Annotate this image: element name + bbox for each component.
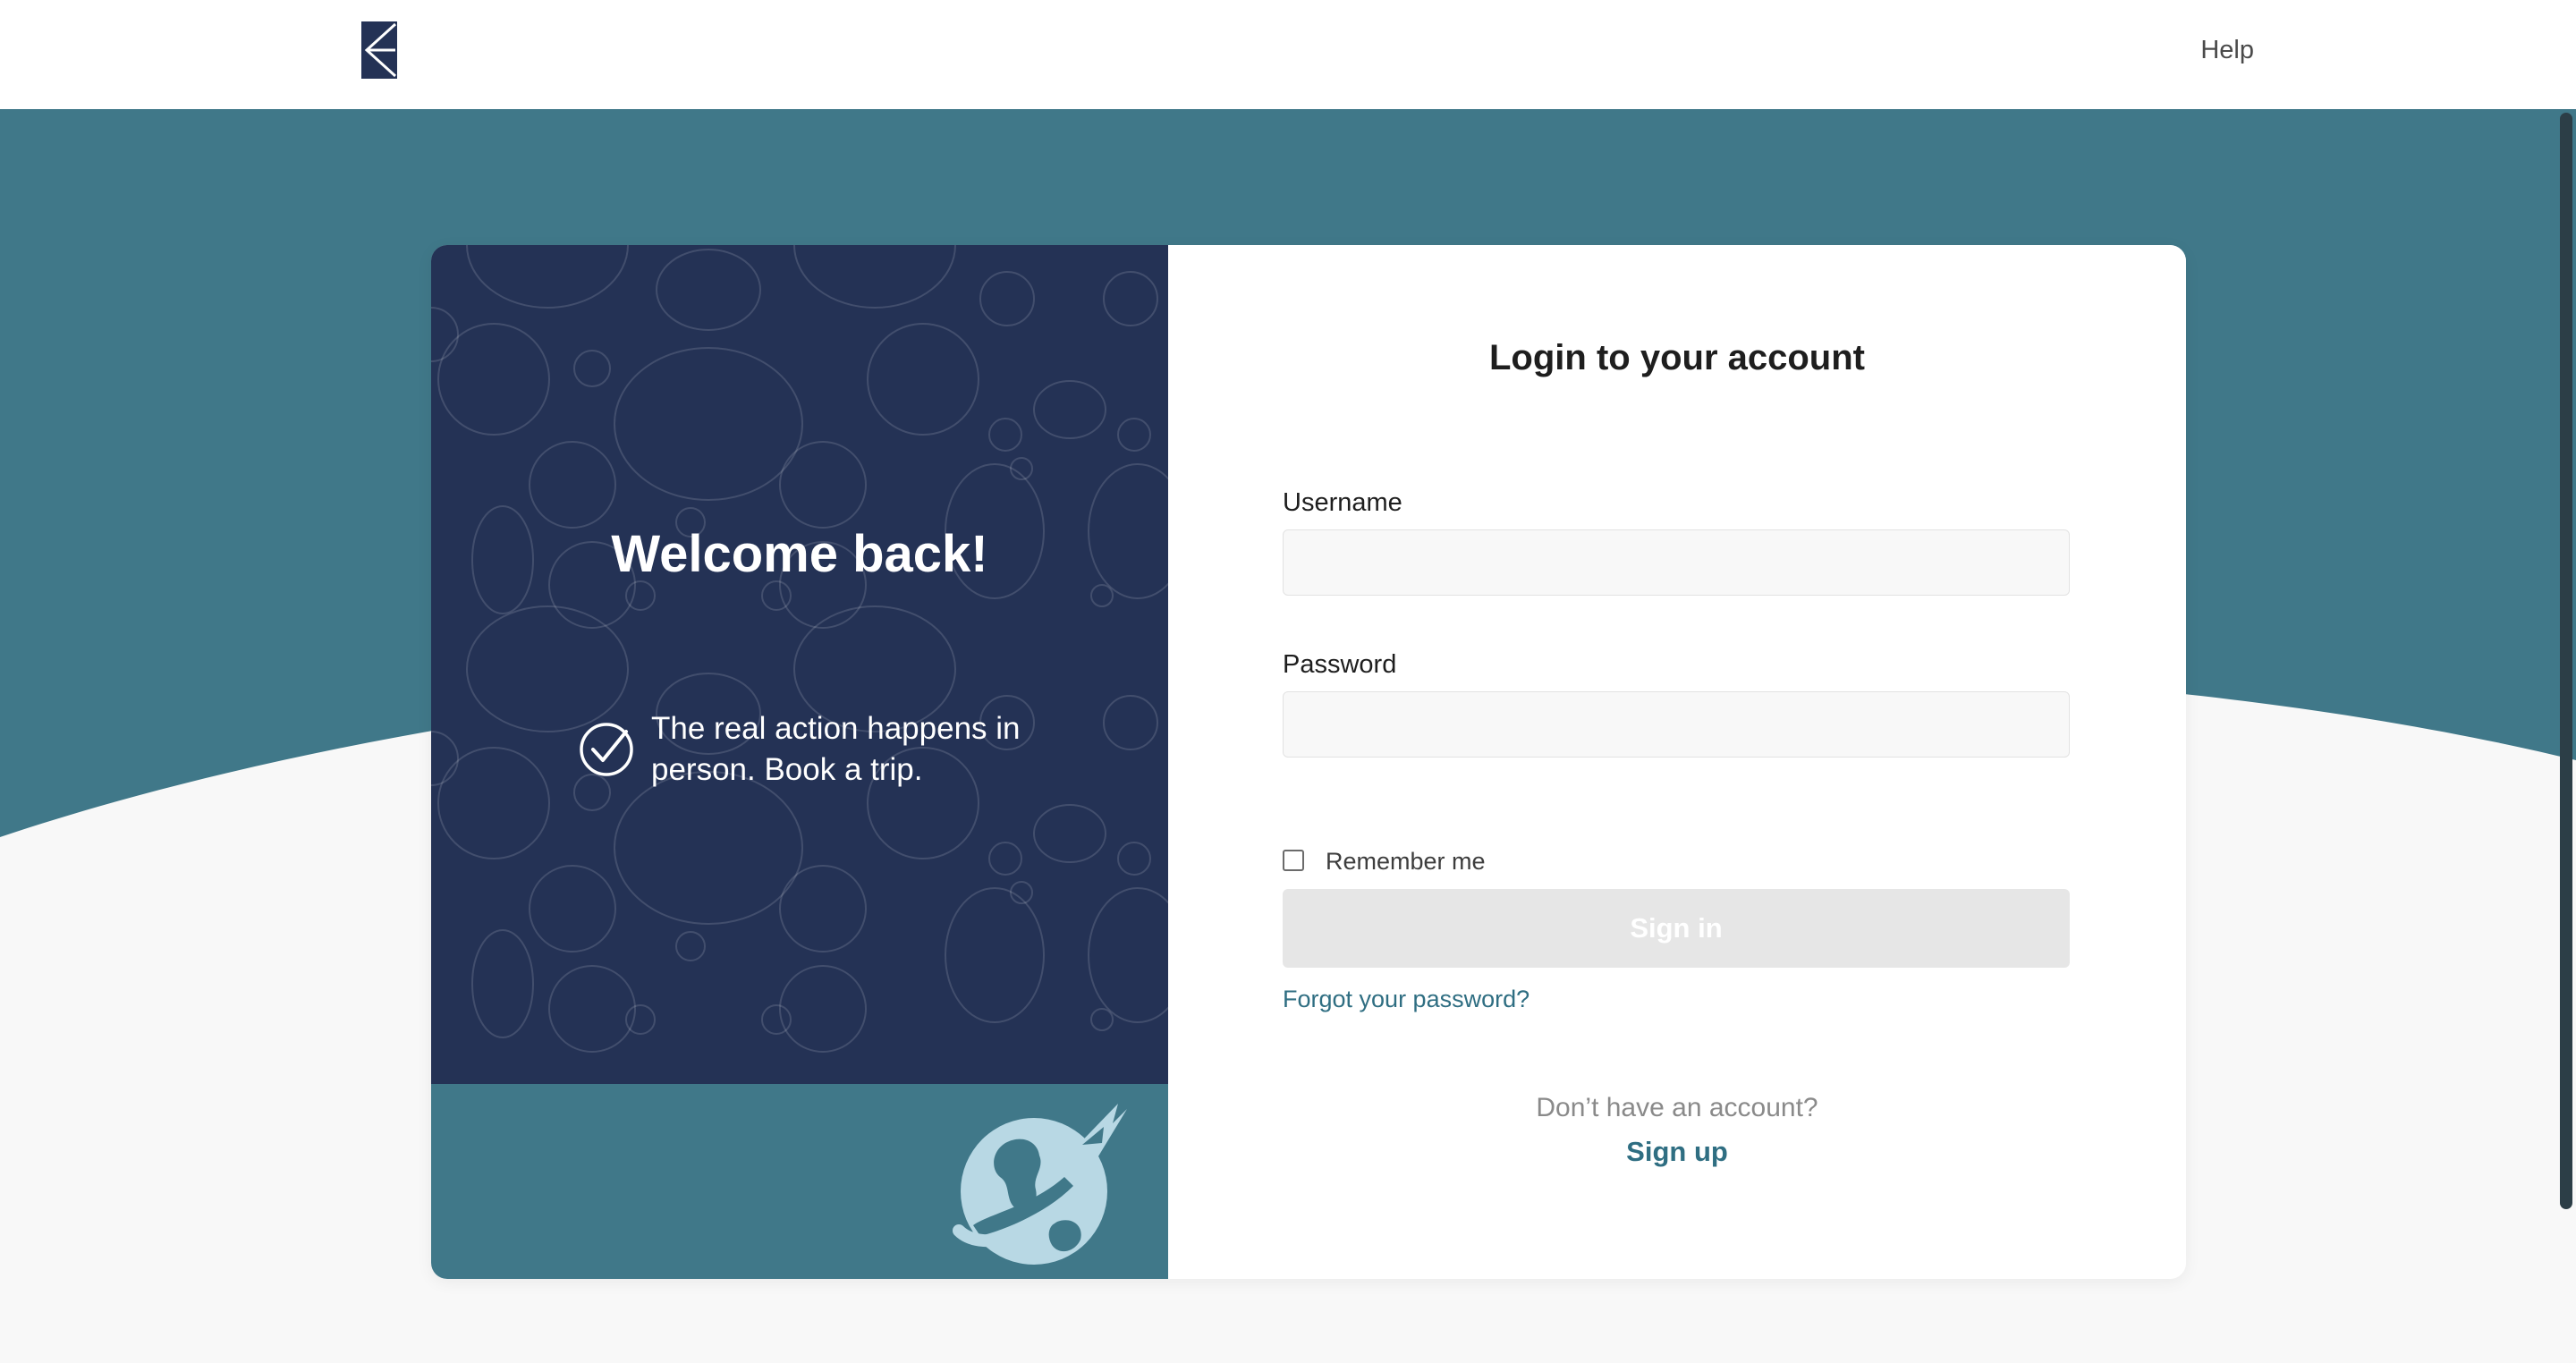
help-link[interactable]: Help <box>2200 36 2254 65</box>
bubble-pattern <box>431 245 1168 1053</box>
pattern-bubble <box>471 929 534 1038</box>
username-label: Username <box>1283 488 1402 517</box>
globe-airplane-icon <box>953 1104 1127 1265</box>
pattern-bubble <box>1117 418 1151 452</box>
login-form-panel: Login to your account Username Password … <box>1168 245 2186 1279</box>
checkmark-circle-icon <box>580 723 633 776</box>
remember-me-row[interactable]: Remember me <box>1283 846 1640 876</box>
pattern-bubble <box>614 347 803 501</box>
pattern-bubble <box>988 842 1022 876</box>
promo-panel: Welcome back! The real action happens in… <box>431 245 1168 1279</box>
pattern-bubble <box>675 931 706 961</box>
pattern-bubble <box>1090 584 1114 607</box>
pattern-bubble <box>625 1004 656 1035</box>
pattern-bubble <box>529 441 616 529</box>
pattern-bubble <box>437 747 550 859</box>
remember-me-label[interactable]: Remember me <box>1326 846 1486 876</box>
remember-me-checkbox[interactable] <box>1283 850 1304 871</box>
no-account-text: Don’t have an account? <box>1536 1093 1818 1122</box>
pattern-bubble <box>779 865 867 952</box>
pattern-bubble <box>779 441 867 529</box>
pattern-bubble <box>1033 380 1106 439</box>
pattern-bubble <box>988 418 1022 452</box>
password-label: Password <box>1283 650 1397 679</box>
pattern-bubble <box>625 580 656 611</box>
pattern-bubble <box>979 271 1035 326</box>
username-input[interactable] <box>1283 529 2070 596</box>
pattern-bubble <box>573 350 611 387</box>
form-title: Login to your account <box>1489 338 1865 377</box>
pattern-bubble <box>1088 887 1168 1023</box>
pattern-bubble <box>867 323 979 436</box>
pattern-bubble <box>779 965 867 1053</box>
pattern-bubble <box>656 249 761 331</box>
pattern-bubble <box>761 580 792 611</box>
tagline-text: The real action happens in person. Book … <box>651 711 1021 787</box>
pattern-bubble <box>1033 804 1106 863</box>
pattern-bubble <box>761 1004 792 1035</box>
tagline-row: The real action happens in person. Book … <box>578 708 1079 807</box>
sign-in-button[interactable]: Sign in <box>1283 889 2070 968</box>
pattern-bubble <box>466 245 629 309</box>
pattern-bubble <box>437 323 550 436</box>
pattern-bubble <box>1103 271 1158 326</box>
forgot-password-link[interactable]: Forgot your password? <box>1283 986 1530 1013</box>
brand-logo-icon[interactable] <box>361 21 397 79</box>
pattern-bubble <box>1103 695 1158 750</box>
pattern-bubble <box>1090 1008 1114 1031</box>
scrollbar-thumb[interactable] <box>2560 113 2572 1209</box>
top-navigation-bar: Help <box>0 0 2576 109</box>
sign-up-link[interactable]: Sign up <box>1168 1136 2186 1168</box>
login-card: Welcome back! The real action happens in… <box>431 245 2186 1279</box>
pattern-background: Welcome back! The real action happens in… <box>431 245 1168 1084</box>
pattern-bubble <box>548 965 636 1053</box>
pattern-bubble <box>945 887 1045 1023</box>
pattern-bubble <box>793 245 956 309</box>
password-input[interactable] <box>1283 691 2070 758</box>
welcome-heading: Welcome back! <box>611 525 988 583</box>
pattern-bubble <box>1117 842 1151 876</box>
pattern-bubble <box>529 865 616 952</box>
